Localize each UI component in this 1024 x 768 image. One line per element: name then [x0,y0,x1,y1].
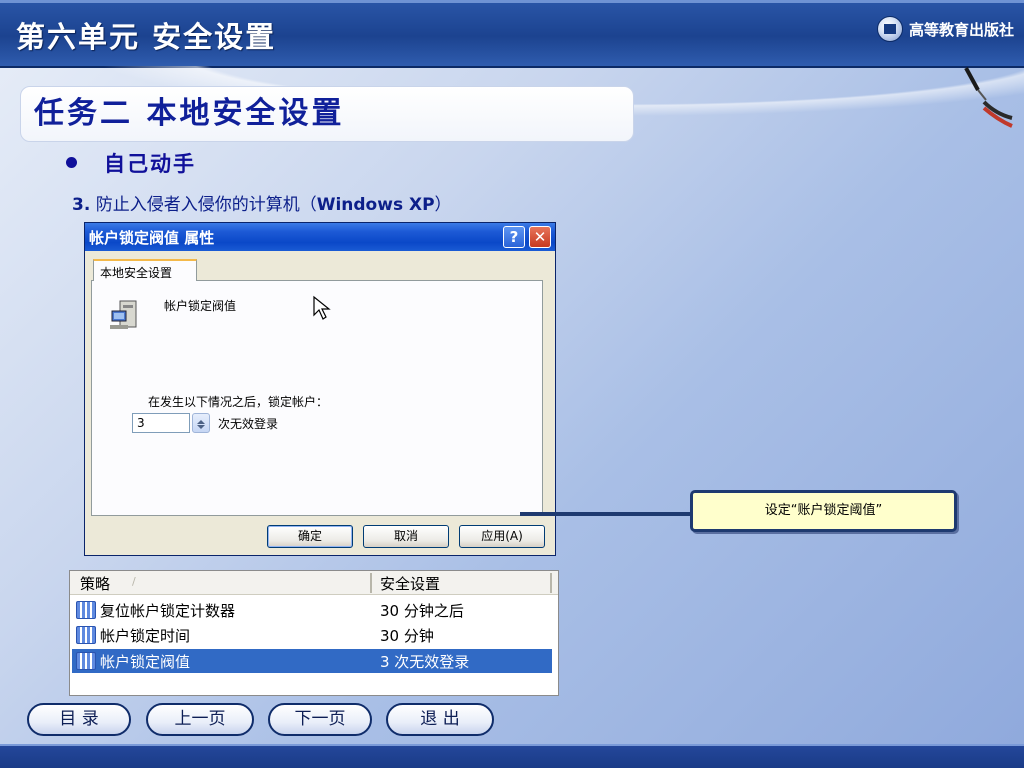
exit-button[interactable]: 退 出 [386,703,494,736]
step-instruction: 3. 防止入侵者入侵你的计算机（Windows XP） [72,190,452,215]
publisher-name: 高等教育出版社 [908,20,1014,39]
close-button[interactable]: ✕ [529,226,551,248]
callout-connector [520,512,696,516]
bottom-bar [0,744,1024,768]
column-header-setting[interactable]: 安全设置 [380,573,440,594]
cancel-button[interactable]: 取消 [363,525,449,548]
step-close: ） [434,195,452,215]
toc-button[interactable]: 目 录 [27,703,131,736]
publisher: 高等教育出版社 [876,16,1014,42]
task-title: 任务二 本地安全设置 [34,96,345,131]
dialog-titlebar[interactable]: 帐户锁定阀值 属性 ? ✕ [85,223,555,251]
ok-button[interactable]: 确定 [267,525,353,548]
row-policy-value: 3 次无效登录 [380,653,470,671]
tab-local-security[interactable]: 本地安全设置 [93,259,197,281]
threshold-input[interactable]: 3 [132,413,190,433]
step-os: Windows XP [316,195,435,215]
row-policy-value: 30 分钟 [380,627,434,645]
spin-stepper-icon[interactable] [192,413,210,433]
publisher-logo-icon [876,16,903,42]
sort-indicator: / [132,575,136,588]
policy-name: 帐户锁定阀值 [164,299,237,313]
top-banner: 第六单元 安全设置 高等教育出版社 [0,0,1024,68]
policy-icon [76,652,96,670]
prev-page-button[interactable]: 上一页 [146,703,254,736]
next-page-button[interactable]: 下一页 [268,703,372,736]
list-header: 策略 / 安全设置 [70,571,558,595]
column-divider[interactable] [370,573,372,593]
column-divider[interactable] [550,573,552,593]
policy-icon [76,601,96,619]
bullet-dot [66,157,77,168]
dialog-title: 帐户锁定阀值 属性 [89,229,215,247]
list-row-lockout-duration[interactable]: 帐户锁定时间 30 分钟 [72,623,552,647]
list-row-lockout-threshold[interactable]: 帐户锁定阀值 3 次无效登录 [72,649,552,673]
policy-list: 策略 / 安全设置 复位帐户锁定计数器 30 分钟之后 帐户锁定时间 30 分钟… [69,570,559,696]
list-row-reset-counter[interactable]: 复位帐户锁定计数器 30 分钟之后 [72,598,552,622]
help-button[interactable]: ? [503,226,525,248]
properties-dialog: 帐户锁定阀值 属性 ? ✕ 本地安全设置 帐户锁定阀值 在发生以下情况之后，锁定… [84,222,556,556]
banner-stripe [0,0,1024,3]
policy-computer-icon [110,300,137,329]
unit-label: 次无效登录 [218,417,279,431]
row-policy-value: 30 分钟之后 [380,602,464,620]
bullet-text: 自己动手 [104,151,196,176]
row-policy-name: 帐户锁定阀值 [100,653,191,671]
step-number: 3. [72,195,91,215]
apply-button[interactable]: 应用(A) [459,525,545,548]
lockout-description: 在发生以下情况之后，锁定帐户： [148,395,329,409]
tab-panel: 帐户锁定阀值 在发生以下情况之后，锁定帐户： 3 次无效登录 [91,280,543,516]
policy-icon [76,626,96,644]
unit-title: 第六单元 安全设置 [16,20,277,54]
column-header-policy[interactable]: 策略 [80,573,110,594]
tools-icon [964,67,1013,128]
row-policy-name: 帐户锁定时间 [100,627,191,645]
step-text: 防止入侵者入侵你的计算机（ [90,195,317,215]
mouse-cursor-icon [313,295,331,320]
row-policy-name: 复位帐户锁定计数器 [100,602,236,620]
callout-note: 设定“账户锁定阈值” [690,490,957,532]
